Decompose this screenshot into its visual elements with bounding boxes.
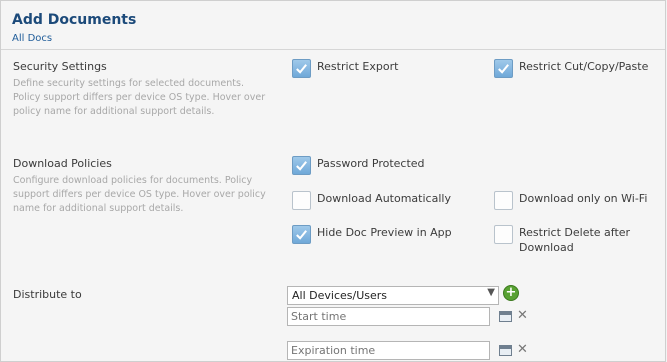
add-target-button[interactable]: + <box>503 285 519 301</box>
clear-start-time-icon[interactable]: ✕ <box>517 309 528 322</box>
calendar-icon[interactable] <box>499 345 512 356</box>
distribute-to-label: Distribute to <box>13 288 82 301</box>
start-time-input[interactable] <box>287 307 490 326</box>
download-policies-description: Configure download policies for document… <box>13 175 266 214</box>
distribute-to-selected-value: All Devices/Users <box>292 289 387 302</box>
password-protected-option[interactable]: Password Protected <box>292 156 425 175</box>
download-only-on-wifi-checkbox[interactable] <box>494 191 513 210</box>
hide-doc-preview-checkbox[interactable] <box>292 225 311 244</box>
check-icon <box>498 64 509 74</box>
page-title: Add Documents <box>12 12 137 28</box>
clear-expiration-time-icon[interactable]: ✕ <box>517 343 528 356</box>
restrict-delete-after-download-checkbox[interactable] <box>494 225 513 244</box>
calendar-icon[interactable] <box>499 311 512 322</box>
restrict-export-option[interactable]: Restrict Export <box>292 59 398 78</box>
restrict-delete-after-download-option[interactable]: Restrict Delete after Download <box>494 225 649 255</box>
download-policies-label: Download Policies <box>13 157 112 170</box>
check-icon <box>296 161 307 171</box>
download-automatically-checkbox[interactable] <box>292 191 311 210</box>
expiration-time-input[interactable] <box>287 341 490 360</box>
restrict-export-checkbox[interactable] <box>292 59 311 78</box>
hide-doc-preview-option[interactable]: Hide Doc Preview in App <box>292 225 452 244</box>
password-protected-checkbox[interactable] <box>292 156 311 175</box>
download-automatically-option[interactable]: Download Automatically <box>292 191 451 210</box>
divider <box>1 49 665 50</box>
breadcrumb-all-docs[interactable]: All Docs <box>12 33 52 44</box>
password-protected-label[interactable]: Password Protected <box>317 156 425 171</box>
add-documents-panel: Add Documents All Docs Security Settings… <box>0 0 666 362</box>
hide-doc-preview-label[interactable]: Hide Doc Preview in App <box>317 225 452 240</box>
chevron-down-icon: ▼ <box>487 287 495 298</box>
restrict-export-label[interactable]: Restrict Export <box>317 59 398 74</box>
check-icon <box>296 230 307 240</box>
distribute-to-select[interactable]: All Devices/Users ▼ <box>287 286 499 305</box>
security-settings-description: Define security settings for selected do… <box>13 78 266 117</box>
restrict-delete-after-download-label[interactable]: Restrict Delete after Download <box>519 225 649 255</box>
security-settings-label: Security Settings <box>13 60 107 73</box>
restrict-cut-copy-paste-checkbox[interactable] <box>494 59 513 78</box>
check-icon <box>296 64 307 74</box>
restrict-cut-copy-paste-option[interactable]: Restrict Cut/Copy/Paste <box>494 59 648 78</box>
download-automatically-label[interactable]: Download Automatically <box>317 191 451 206</box>
download-only-on-wifi-option[interactable]: Download only on Wi-Fi <box>494 191 647 210</box>
download-only-on-wifi-label[interactable]: Download only on Wi-Fi <box>519 191 647 206</box>
restrict-cut-copy-paste-label[interactable]: Restrict Cut/Copy/Paste <box>519 59 648 74</box>
